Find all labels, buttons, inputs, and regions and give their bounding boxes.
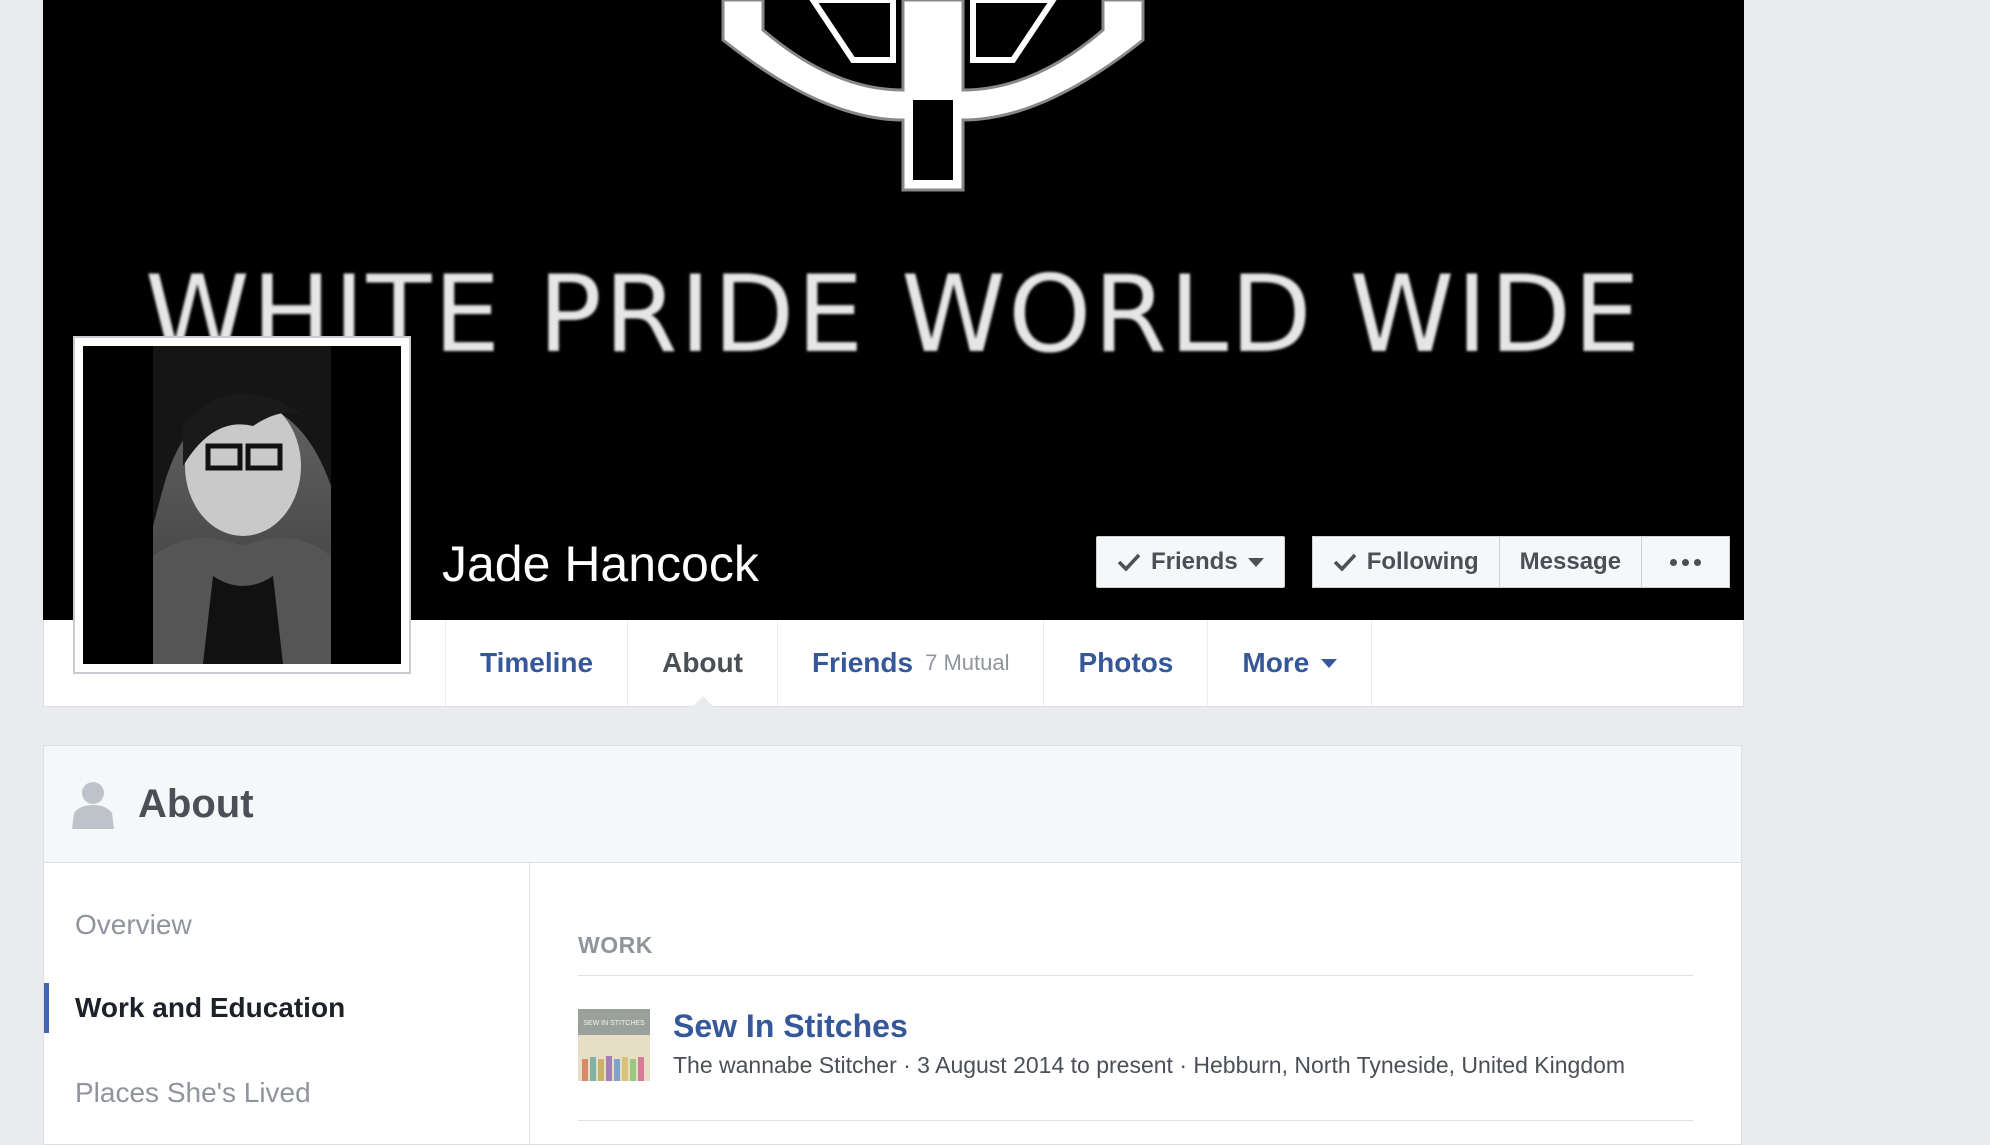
profile-tabs: Timeline About Friends 7 Mutual Photos M…	[445, 620, 1373, 707]
work-thumbnail[interactable]: SEW IN STITCHES	[578, 1009, 650, 1081]
tab-photos[interactable]: Photos	[1043, 620, 1207, 706]
more-options-button[interactable]	[1641, 536, 1731, 588]
work-employer-link[interactable]: Sew In Stitches	[673, 1008, 908, 1045]
work-thumbnail-image: SEW IN STITCHES	[578, 1009, 650, 1081]
profile-photo-image	[153, 346, 331, 664]
sidebar-item-label: Places She's Lived	[75, 1077, 311, 1108]
about-card: About Overview Work and Education Places…	[43, 745, 1742, 1145]
tab-timeline[interactable]: Timeline	[445, 620, 627, 706]
sidebar-item-places-lived[interactable]: Places She's Lived	[44, 1068, 528, 1118]
tab-friends[interactable]: Friends 7 Mutual	[776, 620, 1044, 706]
work-thumbnail-text: SEW IN STITCHES	[583, 1020, 645, 1027]
celtic-cross-emblem	[721, 0, 1145, 192]
sidebar-item-work-and-education[interactable]: Work and Education	[44, 983, 528, 1033]
about-sidebar: Overview Work and Education Places She's…	[44, 863, 530, 1144]
about-header: About	[44, 746, 1741, 863]
about-title: About	[138, 781, 254, 826]
friends-button[interactable]: Friends	[1096, 536, 1285, 588]
tab-timeline-label: Timeline	[480, 647, 594, 678]
following-button[interactable]: Following	[1311, 536, 1500, 588]
caret-down-icon	[1321, 658, 1338, 668]
profile-actions: Friends Following Message	[1096, 536, 1731, 588]
work-details: The wannabe Stitcher · 3 August 2014 to …	[673, 1052, 1626, 1078]
follow-message-group: Following Message	[1311, 536, 1731, 588]
caret-down-icon	[1247, 557, 1264, 567]
following-button-label: Following	[1366, 548, 1479, 575]
work-divider	[578, 1120, 1693, 1121]
profile-picture[interactable]	[73, 336, 411, 674]
tab-friends-label: Friends	[811, 647, 914, 678]
tab-more-label: More	[1242, 647, 1310, 678]
sidebar-item-label: Overview	[75, 909, 192, 940]
sidebar-item-label: Work and Education	[75, 992, 346, 1023]
ellipsis-icon	[1662, 558, 1709, 566]
work-section-label: WORK	[578, 932, 653, 958]
check-icon	[1333, 553, 1356, 572]
check-icon	[1117, 553, 1141, 572]
section-divider	[578, 975, 1693, 976]
profile-photo	[83, 346, 401, 664]
sidebar-item-overview[interactable]: Overview	[44, 900, 528, 950]
message-button-label: Message	[1519, 548, 1622, 575]
mutual-friends-count: 7 Mutual	[925, 650, 1010, 675]
tab-about[interactable]: About	[627, 620, 777, 707]
message-button[interactable]: Message	[1498, 536, 1643, 588]
person-icon	[72, 782, 114, 829]
friends-button-label: Friends	[1151, 548, 1238, 575]
tab-more[interactable]: More	[1207, 620, 1373, 706]
tab-about-label: About	[662, 647, 743, 678]
tab-photos-label: Photos	[1078, 647, 1174, 678]
profile-name[interactable]: Jade Hancock	[442, 535, 759, 593]
